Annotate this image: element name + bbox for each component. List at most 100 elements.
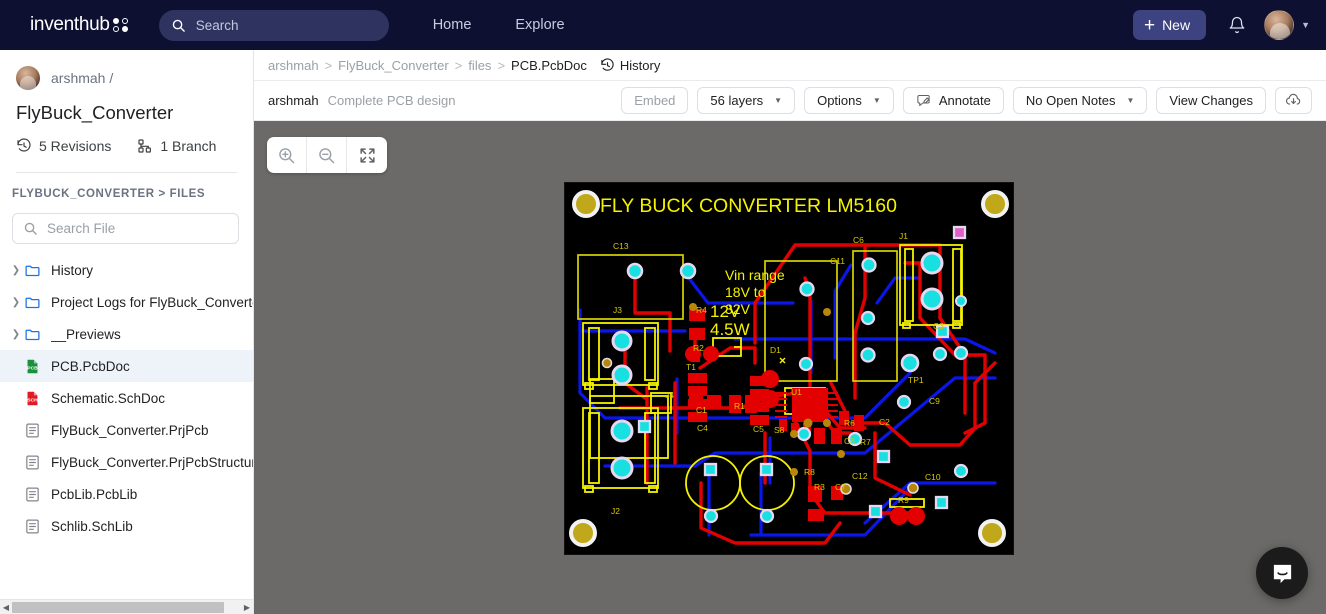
view-changes-button[interactable]: View Changes xyxy=(1156,87,1266,114)
designator-R9: R9 xyxy=(898,495,909,505)
designator-U1: U1 xyxy=(791,387,802,397)
sidebar: arshmah / FlyBuck_Converter 5 Revisions xyxy=(0,50,254,614)
scroll-right-arrow[interactable]: ▶ xyxy=(241,603,253,612)
layers-dropdown[interactable]: 56 layers ▼ xyxy=(697,87,796,114)
designator-C4: C4 xyxy=(697,423,708,433)
history-link-label: History xyxy=(619,57,661,73)
svg-text:PCB: PCB xyxy=(27,365,38,371)
output-note-voltage: 12V xyxy=(710,302,741,321)
four-dots-icon xyxy=(112,18,129,32)
chevron-right-icon[interactable]: ❯ xyxy=(8,297,24,308)
file-tree: ❯ History ❯ Project Logs for FlyBuck_Conver… xyxy=(0,254,253,599)
annotate-button-label: Annotate xyxy=(938,93,991,108)
embed-button-label: Embed xyxy=(634,93,676,108)
tree-item-label: Schlib.SchLib xyxy=(51,518,133,534)
nav-home[interactable]: Home xyxy=(433,17,472,33)
designator-J4: J4 xyxy=(665,390,674,400)
history-link[interactable]: History xyxy=(600,58,660,73)
tree-item-history[interactable]: ❯ History xyxy=(0,254,253,286)
download-button[interactable] xyxy=(1275,87,1312,114)
board-note-1: 18V to xyxy=(725,284,766,300)
toolbar-user: arshmah xyxy=(268,93,319,108)
logo-text: inventhub xyxy=(30,14,110,35)
designator-J2: J2 xyxy=(611,506,620,516)
designator-J3: J3 xyxy=(613,305,622,315)
branches-stat[interactable]: 1 Branch xyxy=(137,138,216,154)
nav-right-cluster: + New ▼ xyxy=(1132,10,1310,40)
tree-item-label: FlyBuck_Converter.PrjPcbStructure xyxy=(51,454,253,470)
document-toolbar: arshmah Complete PCB design Embed 56 laye… xyxy=(254,81,1326,121)
chevron-right-icon[interactable]: ❯ xyxy=(8,329,24,340)
tree-item-schematic-schdoc[interactable]: SCH Schematic.SchDoc xyxy=(0,382,253,414)
project-owner-row[interactable]: arshmah / xyxy=(16,66,237,90)
scroll-left-arrow[interactable]: ◀ xyxy=(0,603,12,612)
nav-explore[interactable]: Explore xyxy=(515,17,564,33)
designator-R3: R3 xyxy=(814,482,825,492)
new-button[interactable]: + New xyxy=(1132,10,1207,40)
main-content: arshmah > FlyBuck_Converter > files > PC… xyxy=(254,50,1326,614)
toolbar-buttons: Embed 56 layers ▼ Options ▼ Annotate No Open N… xyxy=(612,87,1312,114)
folder-icon xyxy=(25,297,40,308)
tree-item-project-logs-for-flybuck-converter[interactable]: ❯ Project Logs for FlyBuck_Converter xyxy=(0,286,253,318)
designator-C9: C9 xyxy=(929,396,940,406)
breadcrumb: arshmah > FlyBuck_Converter > files > PC… xyxy=(254,50,1326,81)
tree-item-label: Schematic.SchDoc xyxy=(51,390,166,406)
fullscreen-button[interactable] xyxy=(347,137,387,173)
revisions-stat[interactable]: 5 Revisions xyxy=(16,138,111,154)
search-icon xyxy=(172,19,185,32)
options-dropdown[interactable]: Options ▼ xyxy=(804,87,894,114)
tree-item-previews[interactable]: ❯ __Previews xyxy=(0,318,253,350)
pcb-viewer[interactable]: FLY BUCK CONVERTER LM5160 Vin range 18V t… xyxy=(254,121,1326,614)
notes-dropdown[interactable]: No Open Notes ▼ xyxy=(1012,87,1148,114)
tree-item-pcb-pcbdoc[interactable]: PCB PCB.PcbDoc xyxy=(0,350,253,382)
board-note-0: Vin range xyxy=(725,267,785,283)
embed-button[interactable]: Embed xyxy=(621,87,689,114)
document-icon xyxy=(26,487,39,501)
breadcrumb-item-project[interactable]: FlyBuck_Converter xyxy=(338,58,449,73)
designator-R4: R4 xyxy=(696,305,707,315)
document-icon xyxy=(26,423,39,437)
intercom-launcher[interactable] xyxy=(1256,547,1308,599)
sidebar-horizontal-scrollbar[interactable]: ◀ ▶ xyxy=(0,599,253,614)
tree-item-flybuck-converter-prjpcb[interactable]: FlyBuck_Converter.PrjPcb xyxy=(0,414,253,446)
chevron-right-icon[interactable]: ❯ xyxy=(8,265,24,276)
user-avatar[interactable] xyxy=(1264,10,1295,40)
pcb-board-render[interactable]: FLY BUCK CONVERTER LM5160 Vin range 18V t… xyxy=(565,183,1013,554)
zoom-in-button[interactable] xyxy=(267,137,307,173)
file-search-input[interactable]: Search File xyxy=(12,213,239,244)
toolbar-description: Complete PCB design xyxy=(327,93,456,108)
scrollbar-thumb[interactable] xyxy=(12,602,224,613)
page-body: arshmah / FlyBuck_Converter 5 Revisions xyxy=(0,50,1326,614)
tree-item-label: Project Logs for FlyBuck_Converter xyxy=(51,294,253,310)
bell-icon[interactable] xyxy=(1228,15,1246,35)
notes-dropdown-label: No Open Notes xyxy=(1025,93,1116,108)
project-stats: 5 Revisions 1 Branch xyxy=(16,138,237,154)
breadcrumb-item-files[interactable]: files xyxy=(468,58,491,73)
annotate-button[interactable]: Annotate xyxy=(902,87,1004,114)
global-search-input[interactable]: Search xyxy=(158,9,389,41)
tree-item-label: PcbLib.PcbLib xyxy=(51,486,138,502)
owner-avatar xyxy=(16,66,40,90)
history-icon xyxy=(17,138,31,152)
designator-C13: C13 xyxy=(613,241,629,251)
designator-C5: C5 xyxy=(753,424,764,434)
cloud-download-icon xyxy=(1286,93,1301,105)
svg-text:SCH: SCH xyxy=(27,397,38,403)
tree-item-schlib-schlib[interactable]: Schlib.SchLib xyxy=(0,510,253,542)
tree-item-flybuck-converter-prjpcbstructure[interactable]: FlyBuck_Converter.PrjPcbStructure xyxy=(0,446,253,478)
tree-item-label: FlyBuck_Converter.PrjPcb xyxy=(51,422,209,438)
tree-item-pcblib-pcblib[interactable]: PcbLib.PcbLib xyxy=(0,478,253,510)
designator-T1: T1 xyxy=(686,362,696,372)
search-icon xyxy=(24,222,37,235)
project-header: arshmah / FlyBuck_Converter 5 Revisions xyxy=(0,50,253,173)
brand-logo[interactable]: inventhub xyxy=(30,14,129,36)
options-dropdown-label: Options xyxy=(817,93,862,108)
designator-R6: R6 xyxy=(844,418,855,428)
chevron-down-icon: ▼ xyxy=(872,96,881,105)
zoom-out-button[interactable] xyxy=(307,137,347,173)
project-title: FlyBuck_Converter xyxy=(16,102,174,123)
breadcrumb-item-owner[interactable]: arshmah xyxy=(268,58,319,73)
designator-D1: D1 xyxy=(770,345,781,355)
new-button-label: New xyxy=(1162,17,1191,33)
chevron-down-icon[interactable]: ▼ xyxy=(1301,20,1310,30)
